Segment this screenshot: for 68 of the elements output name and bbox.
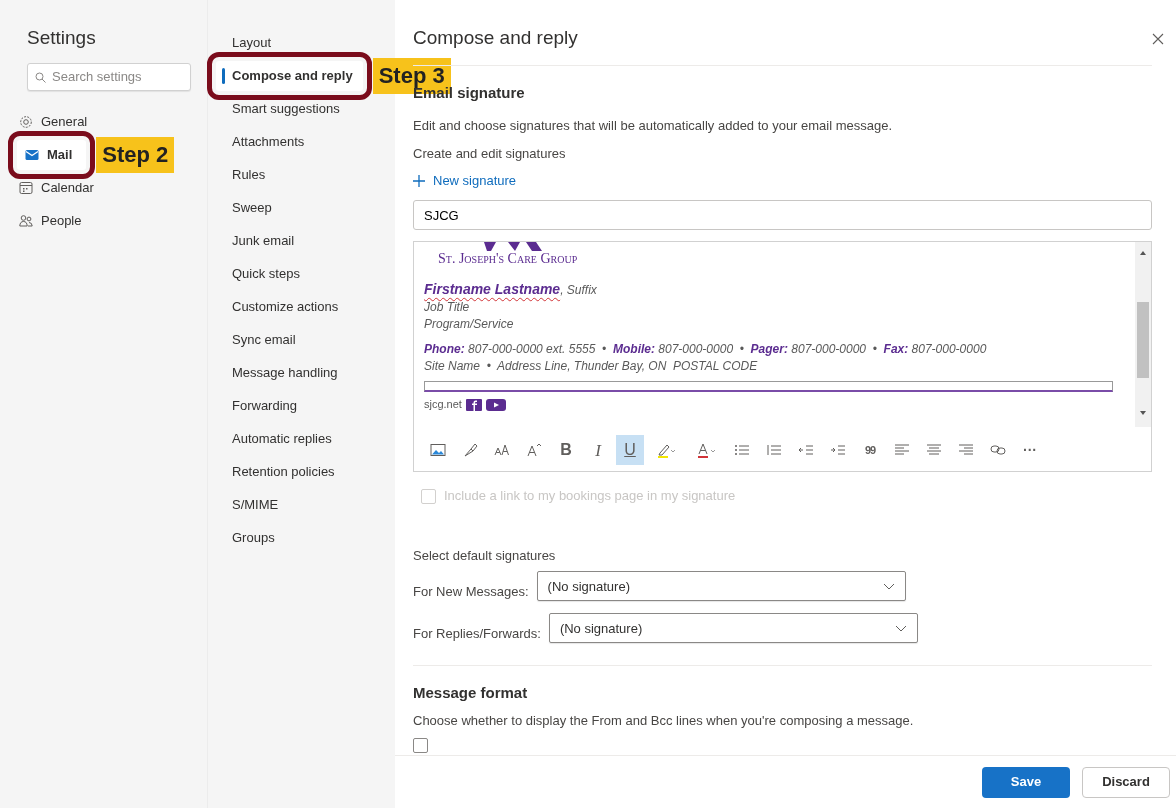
checkbox[interactable] — [413, 738, 428, 754]
paintbrush-icon — [462, 442, 478, 459]
step-callout: Step 2 — [96, 136, 175, 173]
subnav-item[interactable]: Retention policies — [216, 457, 345, 487]
subnav-item[interactable]: Sync email — [216, 325, 306, 355]
nav-item[interactable]: People — [17, 205, 90, 236]
subnav-item[interactable]: Junk email — [216, 226, 305, 256]
bold-button[interactable]: B — [552, 435, 580, 466]
contact-line: Phone: 807-000-0000 ext. 5555 • Mobile: 807-000-0000 • Pager: 807-000-0000 • Fax: 807-000-0000 — [424, 341, 988, 359]
subnav-item[interactable]: Automatic replies — [216, 424, 342, 454]
subnav-item[interactable]: Groups — [216, 523, 285, 553]
field-label: For New Messages: — [413, 582, 529, 601]
close-icon — [1152, 32, 1164, 45]
section-heading: Message format — [413, 683, 529, 704]
signature-dropdown[interactable]: (No signature) — [536, 571, 906, 602]
more-button[interactable]: ··· — [1016, 435, 1044, 466]
highlighter-icon — [656, 442, 676, 459]
facebook-icon — [465, 398, 482, 411]
plus-icon — [413, 174, 425, 187]
settings-title: Settings — [27, 26, 97, 50]
discard-button[interactable]: Discard — [1082, 766, 1170, 798]
subnav-item[interactable]: Smart suggestions — [216, 94, 350, 124]
field-label: For Replies/Forwards: — [413, 624, 541, 643]
program-text: Program/Service — [424, 316, 515, 334]
grow-font-icon — [526, 442, 542, 459]
subnav-item[interactable]: Message handling — [216, 358, 348, 388]
signature-dropdown[interactable]: (No signature) — [548, 613, 918, 644]
nav-item[interactable]: Calendar — [17, 172, 102, 203]
website-link[interactable]: sjcg.net — [424, 396, 462, 414]
calendar-icon — [19, 180, 33, 195]
chevron-down-icon — [882, 582, 895, 590]
new-signature-button[interactable]: New signature — [413, 171, 517, 191]
signature-name-field[interactable]: SJCG — [413, 200, 1152, 231]
underline-button[interactable]: U — [616, 435, 644, 466]
search-field[interactable]: Search settings — [27, 62, 191, 91]
checkbox-label: Include a link to my bookings page in my signature — [444, 487, 736, 506]
scrollbar[interactable] — [1135, 242, 1151, 428]
gear-icon — [19, 114, 33, 129]
subnav-item[interactable]: S/MIME — [216, 490, 289, 520]
address-line: Site Name • Address Line, Thunder Bay, ON POSTAL CODE — [424, 358, 759, 376]
nav-item[interactable]: General — [17, 106, 96, 137]
signature-editor[interactable] — [413, 241, 1152, 473]
save-button[interactable]: Save — [982, 766, 1070, 798]
video-icon — [485, 398, 506, 411]
subnav-item[interactable]: Quick steps — [216, 259, 310, 289]
mail-icon — [25, 147, 39, 162]
logo-text: St. Joseph's Care Group — [438, 251, 579, 268]
field-label: Create and edit signatures — [413, 144, 567, 163]
panel-title: Compose and reply — [413, 24, 1152, 66]
subnav-item[interactable]: Layout — [216, 28, 282, 58]
chevron-down-icon — [894, 624, 907, 632]
scrollbar-thumb[interactable] — [1137, 301, 1149, 378]
description-text: Edit and choose signatures that will be automatically added to your email message. — [413, 117, 894, 135]
section-label: Select default signatures — [413, 546, 557, 565]
quote-button[interactable]: 99 — [856, 435, 884, 466]
image-icon — [430, 442, 446, 459]
description-text: Choose whether to display the From and Bcc lines when you're composing a message. — [413, 711, 915, 730]
font-color-icon — [696, 442, 716, 459]
people-icon — [19, 213, 33, 228]
subnav-item[interactable]: Attachments — [216, 127, 315, 157]
name-suffix: , Suffix — [560, 283, 597, 298]
job-title: Job Title — [424, 299, 471, 317]
subnav-item[interactable]: Forwarding — [216, 391, 308, 421]
search-icon — [35, 71, 46, 83]
subnav-item[interactable]: Rules — [216, 160, 276, 190]
subnav-item[interactable]: Customize actions — [216, 292, 349, 322]
subnav-item[interactable]: Sweep — [216, 193, 282, 223]
italic-button[interactable]: I — [584, 435, 612, 466]
